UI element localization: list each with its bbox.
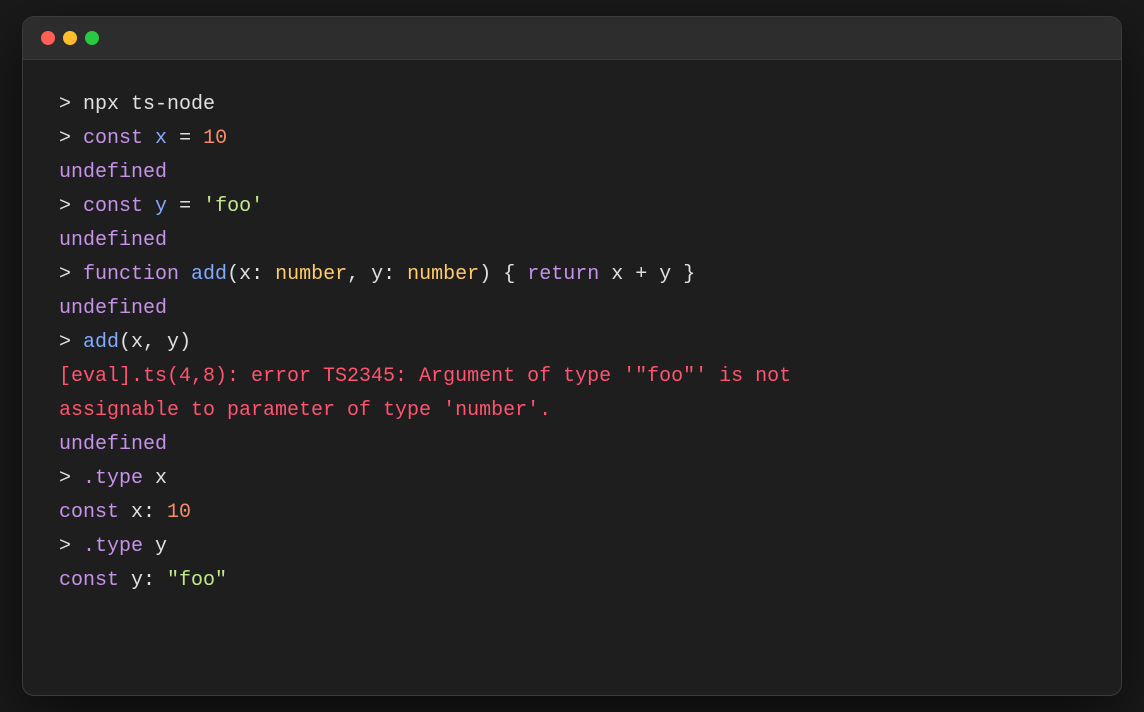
- var-y: y: [155, 195, 167, 218]
- dot-type-2: .type: [83, 535, 143, 558]
- space-2: [143, 195, 155, 218]
- res-val-10: 10: [167, 501, 191, 524]
- op-2: =: [167, 195, 203, 218]
- line-out1: undefined: [59, 156, 1085, 190]
- line-cmd4: > function add(x: number, y: number) { r…: [59, 258, 1085, 292]
- minimize-button[interactable]: [63, 31, 77, 45]
- terminal-window: > npx ts-node > const x = 10 undefined >…: [22, 16, 1122, 696]
- line-res2: const y: "foo": [59, 564, 1085, 598]
- call-add: add: [83, 331, 119, 354]
- res-const-1: const: [59, 501, 119, 524]
- line-cmd5: > add(x, y): [59, 326, 1085, 360]
- cmd-npx: npx ts-node: [83, 93, 215, 116]
- line-cmd7: > .type y: [59, 530, 1085, 564]
- line-out2: undefined: [59, 224, 1085, 258]
- line-cmd3: > const y = 'foo': [59, 190, 1085, 224]
- dot-type-1: .type: [83, 467, 143, 490]
- line-cmd6: > .type x: [59, 462, 1085, 496]
- line-cmd2: > const x = 10: [59, 122, 1085, 156]
- kw-function: function: [83, 263, 179, 286]
- prompt-2: >: [59, 127, 83, 150]
- line-cmd1: > npx ts-node: [59, 88, 1085, 122]
- type-number-2: number: [407, 263, 479, 286]
- res-val-foo: "foo": [167, 569, 227, 592]
- prompt-7: >: [59, 535, 83, 558]
- num-10: 10: [203, 127, 227, 150]
- func-add: add: [191, 263, 227, 286]
- type-number-1: number: [275, 263, 347, 286]
- close-button[interactable]: [41, 31, 55, 45]
- prompt-4: >: [59, 263, 83, 286]
- kw-const-2: const: [83, 195, 143, 218]
- op-1: =: [167, 127, 203, 150]
- line-out3: undefined: [59, 292, 1085, 326]
- prompt-6: >: [59, 467, 83, 490]
- line-out4: undefined: [59, 428, 1085, 462]
- kw-const-1: const: [83, 127, 143, 150]
- line-res1: const x: 10: [59, 496, 1085, 530]
- line-err2: assignable to parameter of type 'number'…: [59, 394, 1085, 428]
- prompt-3: >: [59, 195, 83, 218]
- prompt-5: >: [59, 331, 83, 354]
- str-foo: 'foo': [203, 195, 263, 218]
- terminal-body: > npx ts-node > const x = 10 undefined >…: [23, 60, 1121, 626]
- prompt-1: >: [59, 93, 83, 116]
- space-1: [143, 127, 155, 150]
- title-bar: [23, 17, 1121, 60]
- var-x: x: [155, 127, 167, 150]
- line-err1: [eval].ts(4,8): error TS2345: Argument o…: [59, 360, 1085, 394]
- maximize-button[interactable]: [85, 31, 99, 45]
- kw-return: return: [527, 263, 599, 286]
- res-const-2: const: [59, 569, 119, 592]
